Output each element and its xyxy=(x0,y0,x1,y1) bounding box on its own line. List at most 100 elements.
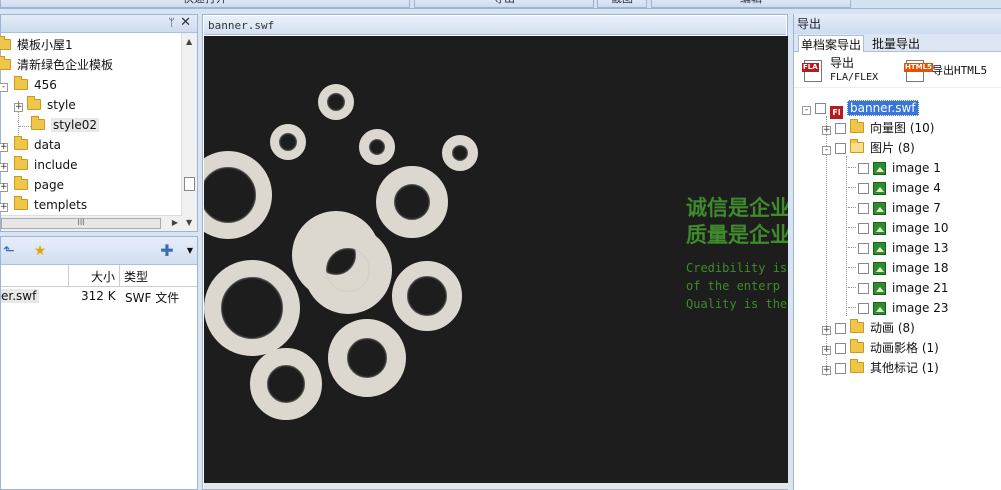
scroll-thumb[interactable] xyxy=(184,177,195,191)
tree-leaf[interactable]: image 21 xyxy=(848,278,948,298)
expand-icon[interactable]: + xyxy=(0,163,8,172)
tree-item[interactable]: -456 xyxy=(0,75,57,95)
add-icon[interactable]: ✚ xyxy=(159,243,175,259)
folder-icon xyxy=(850,339,864,353)
export-buttons: FLA 导出 FLA/FLEX HTML5 导出HTML5 xyxy=(794,52,1001,88)
checkbox[interactable] xyxy=(835,323,846,334)
tree-leaf[interactable]: image 1 xyxy=(848,158,941,178)
checkbox[interactable] xyxy=(858,303,869,314)
expand-icon[interactable]: + xyxy=(0,143,8,152)
tree-node[interactable]: - 图片 (8) xyxy=(822,138,915,158)
dropdown-arrow-icon[interactable]: ▼ xyxy=(182,243,198,259)
image-icon xyxy=(873,182,886,195)
expand-icon[interactable]: + xyxy=(822,326,831,335)
export-button[interactable]: 导出 xyxy=(414,0,594,8)
folder-icon xyxy=(0,56,11,70)
tree-item[interactable]: + style xyxy=(14,95,76,115)
checkbox[interactable] xyxy=(815,103,826,114)
close-icon[interactable]: ✕ xyxy=(180,15,191,30)
preview-panel: banner.swf 诚信是企业 质量是企业 Credibility is t … xyxy=(202,14,788,490)
collapse-icon[interactable]: - xyxy=(822,146,831,155)
vertical-scrollbar[interactable]: ▲ ▼ xyxy=(181,33,197,231)
image-icon xyxy=(873,162,886,175)
checkbox[interactable] xyxy=(858,203,869,214)
expand-icon[interactable]: + xyxy=(822,126,831,135)
checkbox[interactable] xyxy=(858,163,869,174)
expand-icon[interactable]: + xyxy=(822,366,831,375)
checkbox[interactable] xyxy=(858,283,869,294)
tree-leaf[interactable]: image 13 xyxy=(848,238,948,258)
tree-item[interactable]: + include xyxy=(0,155,77,175)
expand-icon[interactable]: + xyxy=(0,183,8,192)
checkbox[interactable] xyxy=(835,343,846,354)
preview-tab[interactable]: banner.swf xyxy=(204,16,786,35)
folder-tree-panel: ᛘ ✕ 模板小屋1 清新绿色企业模板 -456 + style style02 +… xyxy=(0,14,198,232)
folder-icon xyxy=(14,136,28,150)
tree-node[interactable]: + 动画 (8) xyxy=(822,318,915,338)
tree-item[interactable]: + page xyxy=(0,175,64,195)
tree-item[interactable]: + templets xyxy=(0,195,87,215)
checkbox[interactable] xyxy=(858,243,869,254)
tree-item[interactable]: + data xyxy=(0,135,61,155)
screenshot-button[interactable]: 截图 xyxy=(597,0,647,8)
folder-icon xyxy=(27,96,41,110)
image-icon xyxy=(873,302,886,315)
expand-icon[interactable]: + xyxy=(14,103,23,112)
expand-icon[interactable]: + xyxy=(822,346,831,355)
tree-leaf[interactable]: image 4 xyxy=(848,178,941,198)
folder-icon xyxy=(14,76,28,90)
tree-node[interactable]: + 向量图 (10) xyxy=(822,118,934,138)
tree-leaf[interactable]: image 10 xyxy=(848,218,948,238)
open-folder-icon xyxy=(850,139,864,153)
checkbox[interactable] xyxy=(858,263,869,274)
type-column-header[interactable]: 类型 xyxy=(124,268,148,285)
folder-icon xyxy=(0,36,11,50)
tab-single-export[interactable]: 单档案导出 xyxy=(798,35,865,52)
tab-batch-export[interactable]: 批量导出 xyxy=(872,35,920,52)
checkbox[interactable] xyxy=(858,183,869,194)
image-icon xyxy=(873,222,886,235)
expand-icon[interactable]: + xyxy=(0,203,8,212)
checkbox[interactable] xyxy=(858,223,869,234)
quick-open-button[interactable]: 快速打开 xyxy=(0,0,410,8)
tree-root[interactable]: - Fl banner.swf xyxy=(802,98,919,119)
tree-item[interactable]: 模板小屋1 xyxy=(0,35,73,55)
export-panel-title: 导出 xyxy=(794,14,1001,34)
favorite-star-icon[interactable]: ★ xyxy=(32,243,48,259)
preview-scrollbar[interactable] xyxy=(204,483,788,489)
folder-icon xyxy=(850,319,864,333)
size-column-header[interactable]: 大小 xyxy=(91,268,115,285)
collapse-icon[interactable]: - xyxy=(0,83,8,92)
export-panel: 导出 单档案导出 批量导出 FLA 导出 FLA/FLEX HTML5 导出HT… xyxy=(793,14,1001,490)
tree-node[interactable]: + 动画影格 (1) xyxy=(822,338,939,358)
folder-icon xyxy=(14,196,28,210)
scroll-up-icon[interactable]: ▲ xyxy=(186,37,192,46)
edit-button[interactable]: 编辑 xyxy=(651,0,851,8)
html5-file-icon: HTML5 xyxy=(904,60,933,82)
scroll-down-icon[interactable]: ▼ xyxy=(186,218,192,227)
horizontal-scrollbar[interactable]: III ▶ xyxy=(1,215,182,231)
collapse-icon[interactable]: - xyxy=(802,106,811,115)
slogan-cn-line-2: 质量是企业 xyxy=(686,223,788,247)
scroll-thumb[interactable]: III xyxy=(1,218,161,229)
tree-line xyxy=(19,126,31,127)
checkbox[interactable] xyxy=(835,363,846,374)
file-list-panel: ⬑ ★ ✚ ▼ 大小 类型 er.swf 312 K SWF 文件 xyxy=(0,236,198,490)
tree-node[interactable]: + 其他标记 (1) xyxy=(822,358,939,378)
up-folder-icon[interactable]: ⬑ xyxy=(1,243,17,259)
tree-leaf[interactable]: image 7 xyxy=(848,198,941,218)
scroll-right-icon[interactable]: ▶ xyxy=(172,218,178,227)
file-row[interactable]: er.swf 312 K SWF 文件 xyxy=(1,287,197,307)
tree-leaf[interactable]: image 18 xyxy=(848,258,948,278)
checkbox[interactable] xyxy=(835,123,846,134)
image-icon xyxy=(873,282,886,295)
checkbox[interactable] xyxy=(835,143,846,154)
tree-item[interactable]: 清新绿色企业模板 xyxy=(0,55,113,75)
fla-file-icon: FLA xyxy=(802,60,822,82)
tree-leaf[interactable]: image 23 xyxy=(848,298,948,318)
pin-icon[interactable]: ᛘ xyxy=(168,16,175,29)
slogan-en-line-1: Credibility is t xyxy=(686,261,788,275)
image-icon xyxy=(873,262,886,275)
tree-item[interactable]: style02 xyxy=(31,115,100,135)
file-type: SWF 文件 xyxy=(125,291,180,305)
